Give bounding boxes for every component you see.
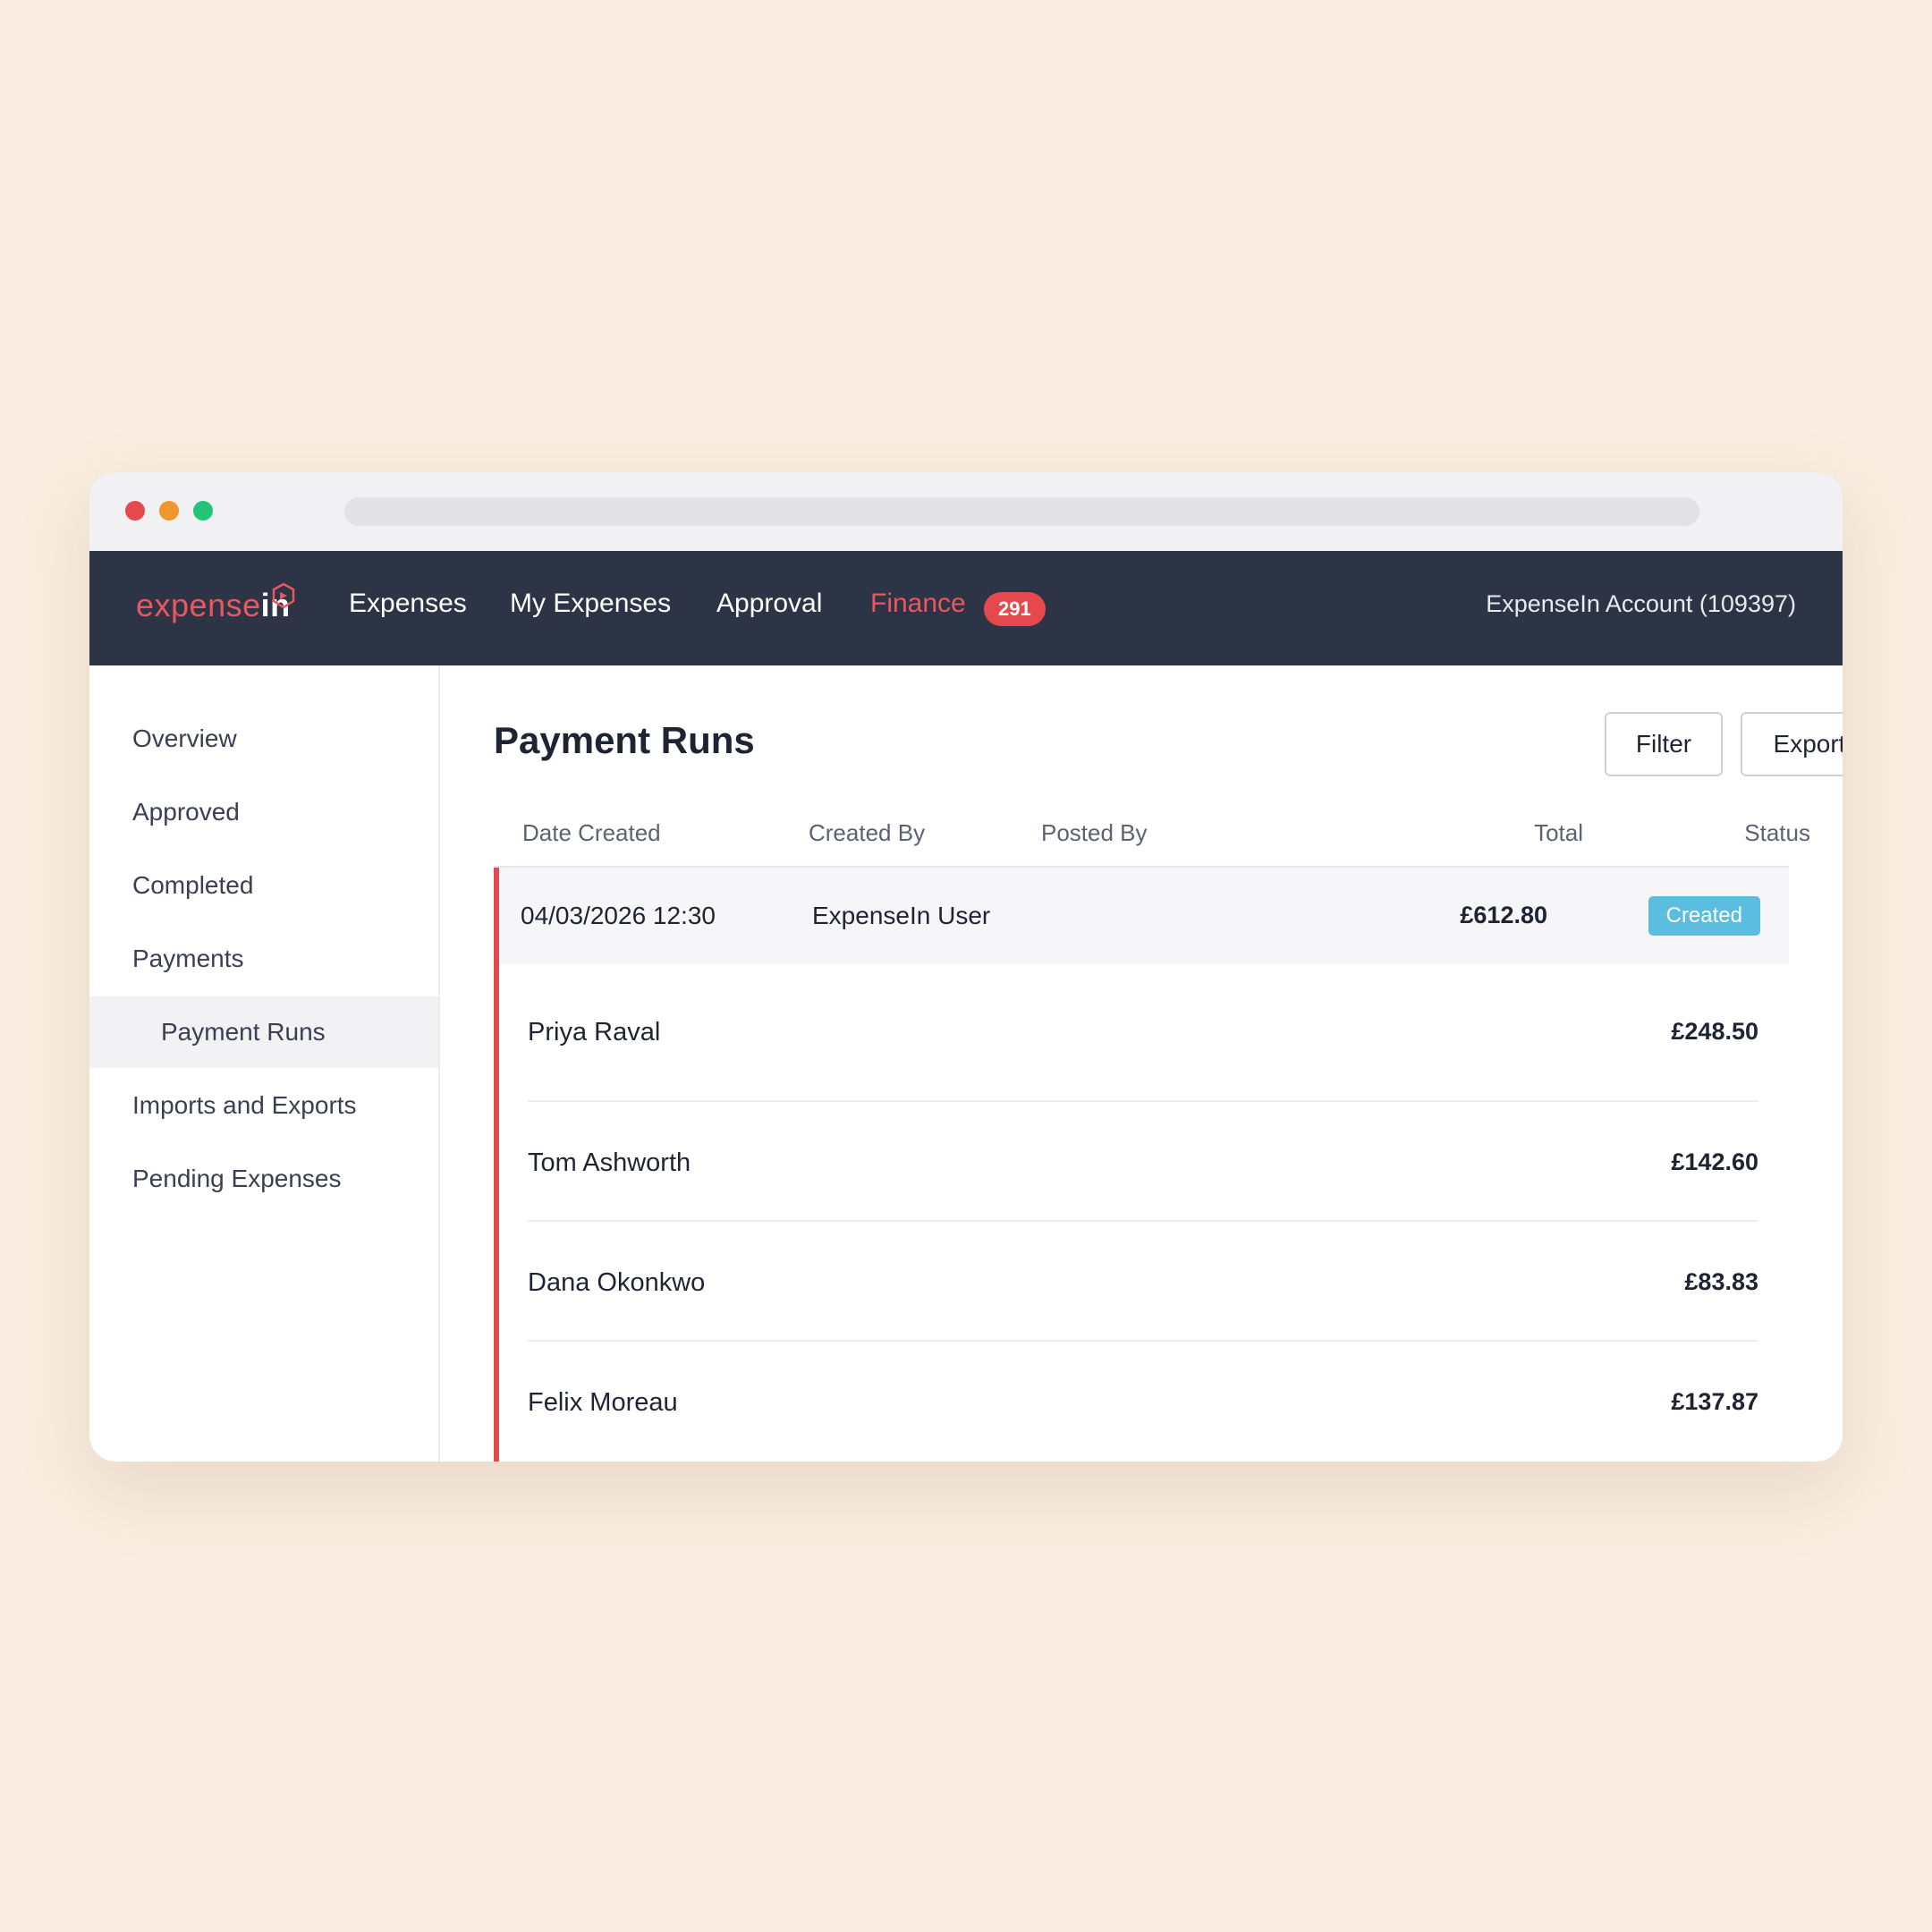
- payment-run-row[interactable]: 04/03/2026 12:30 ExpenseIn User £612.80 …: [499, 868, 1789, 964]
- list-item[interactable]: Dana Okonkwo £83.83: [528, 1222, 1758, 1342]
- nav-item-my-expenses[interactable]: My Expenses: [510, 589, 671, 619]
- sidebar-item-payments[interactable]: Payments: [89, 923, 438, 995]
- run-created-by: ExpenseIn User: [812, 902, 991, 929]
- maximize-window-button[interactable]: [193, 501, 213, 521]
- payee-amount: £142.60: [1671, 1148, 1758, 1175]
- page-title: Payment Runs: [494, 719, 755, 761]
- sidebar-item-approved[interactable]: Approved: [89, 776, 438, 848]
- close-window-button[interactable]: [125, 501, 145, 521]
- payee-name: Priya Raval: [528, 1018, 661, 1046]
- column-header-total[interactable]: Total: [1534, 819, 1583, 847]
- column-header-date-created[interactable]: Date Created: [522, 819, 661, 847]
- payee-name: Tom Ashworth: [528, 1148, 691, 1177]
- list-item[interactable]: Tom Ashworth £142.60: [528, 1102, 1758, 1222]
- minimize-window-button[interactable]: [159, 501, 179, 521]
- filter-button[interactable]: Filter: [1605, 712, 1723, 776]
- main-content: Payment Runs Filter Export Date Created …: [440, 665, 1843, 1462]
- payee-name: Dana Okonkwo: [528, 1268, 706, 1297]
- sidebar-item-overview[interactable]: Overview: [89, 703, 438, 775]
- payee-name: Felix Moreau: [528, 1388, 678, 1417]
- address-bar[interactable]: [344, 497, 1699, 526]
- account-menu[interactable]: ExpenseIn Account (109397): [1486, 590, 1796, 618]
- browser-titlebar: [89, 472, 1843, 551]
- logo-tag-icon: [272, 582, 295, 609]
- run-date-created: 04/03/2026 12:30: [521, 902, 716, 929]
- column-header-status[interactable]: Status: [1744, 819, 1810, 847]
- column-header-posted-by[interactable]: Posted By: [1041, 819, 1148, 847]
- top-navbar: expense in Expenses My Expenses Approval …: [89, 551, 1843, 665]
- nav-item-approval[interactable]: Approval: [716, 589, 822, 619]
- sidebar-item-completed[interactable]: Completed: [89, 850, 438, 921]
- browser-window: expense in Expenses My Expenses Approval …: [89, 472, 1843, 1462]
- finance-sidebar: Overview Approved Completed Payments Pay…: [89, 665, 440, 1462]
- finance-count-badge: 291: [984, 592, 1046, 626]
- sidebar-item-imports-and-exports[interactable]: Imports and Exports: [89, 1070, 438, 1141]
- nav-item-finance[interactable]: Finance: [870, 589, 966, 619]
- payee-amount: £83.83: [1684, 1268, 1758, 1295]
- list-item[interactable]: Felix Moreau £137.87: [528, 1342, 1758, 1462]
- expensein-logo[interactable]: expense in: [136, 587, 291, 631]
- column-header-created-by[interactable]: Created By: [809, 819, 925, 847]
- nav-item-expenses[interactable]: Expenses: [349, 589, 467, 619]
- sidebar-item-pending-expenses[interactable]: Pending Expenses: [89, 1143, 438, 1215]
- status-badge: Created: [1648, 896, 1760, 936]
- sidebar-item-payment-runs[interactable]: Payment Runs: [89, 996, 438, 1068]
- payee-amount: £137.87: [1671, 1388, 1758, 1415]
- logo-text-expense: expense: [136, 587, 261, 623]
- list-item[interactable]: Priya Raval £248.50: [528, 982, 1758, 1102]
- export-button[interactable]: Export: [1741, 712, 1843, 776]
- run-total: £612.80: [1460, 902, 1547, 928]
- payee-amount: £248.50: [1671, 1018, 1758, 1045]
